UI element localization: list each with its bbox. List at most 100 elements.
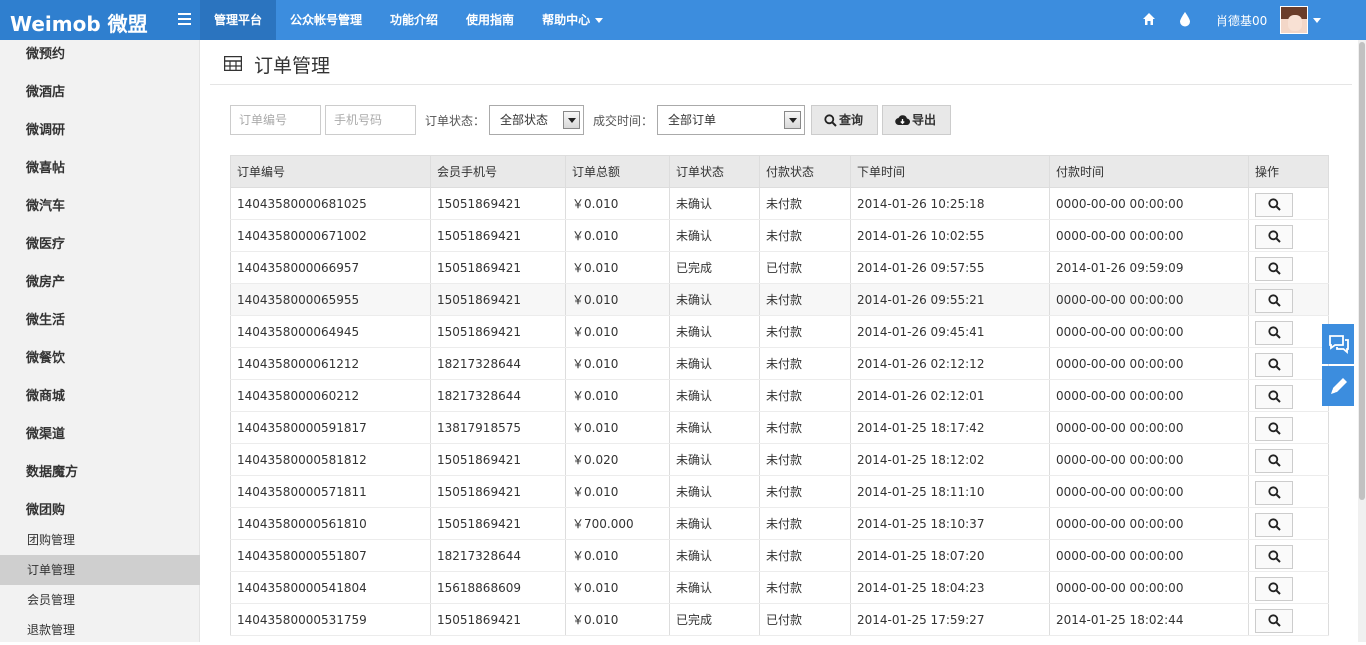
cell-actions — [1248, 443, 1329, 476]
cell-pay-time: 0000-00-00 00:00:00 — [1049, 379, 1249, 412]
scrollbar-thumb[interactable] — [1359, 42, 1365, 500]
main-nav: 管理平台 公众帐号管理 功能介绍 使用指南 帮助中心 — [200, 0, 617, 40]
sidebar-item-car[interactable]: 微汽车 — [0, 192, 200, 230]
cell-total: ￥700.000 — [565, 507, 670, 540]
home-icon[interactable] — [1142, 12, 1156, 26]
view-order-button[interactable] — [1255, 320, 1293, 345]
cell-total: ￥0.010 — [565, 251, 670, 284]
table-row: 14043580000591817 13817918575 ￥0.010 未确认 未付款… — [230, 411, 1329, 444]
cell-phone: 18217328644 — [430, 347, 566, 380]
sidebar-item-medical[interactable]: 微医疗 — [0, 230, 200, 268]
chevron-down-icon[interactable] — [563, 111, 580, 129]
search-icon — [1267, 581, 1281, 595]
view-order-button[interactable] — [1255, 352, 1293, 377]
cell-pay-status: 未付款 — [759, 379, 851, 412]
view-order-button[interactable] — [1255, 384, 1293, 409]
col-header-phone[interactable]: 会员手机号 — [430, 155, 566, 188]
table-row: 14043580000671002 15051869421 ￥0.010 未确认 未付款… — [230, 219, 1329, 252]
cell-order-time: 2014-01-26 02:12:01 — [850, 379, 1050, 412]
cell-order-status: 未确认 — [669, 219, 760, 252]
order-status-select[interactable]: 全部状态 — [489, 105, 584, 135]
view-order-button[interactable] — [1255, 480, 1293, 505]
nav-item-guide[interactable]: 使用指南 — [452, 0, 528, 40]
water-drop-icon[interactable] — [1179, 11, 1191, 27]
order-number-input[interactable]: 订单编号 — [230, 105, 321, 135]
username[interactable]: 肖德基00 — [1216, 12, 1267, 29]
avatar[interactable] — [1280, 6, 1308, 34]
page-scrollbar[interactable] — [1358, 40, 1366, 642]
cell-phone: 15051869421 — [430, 219, 566, 252]
view-order-button[interactable] — [1255, 608, 1293, 633]
view-order-button[interactable] — [1255, 288, 1293, 313]
deal-time-select[interactable]: 全部订单 — [657, 105, 805, 135]
sidebar-item-hotel[interactable]: 微酒店 — [0, 78, 200, 116]
sidebar-subitem-orders[interactable]: 订单管理 — [0, 555, 200, 585]
brand-logo[interactable]: Weimob 微盟 — [10, 8, 148, 37]
cell-order-time: 2014-01-25 18:10:37 — [850, 507, 1050, 540]
feedback-button[interactable] — [1322, 366, 1354, 406]
view-order-button[interactable] — [1255, 544, 1293, 569]
view-order-button[interactable] — [1255, 256, 1293, 281]
cell-phone: 18217328644 — [430, 379, 566, 412]
sidebar-item-channel[interactable]: 微渠道 — [0, 420, 200, 458]
search-button[interactable]: 查询 — [811, 105, 878, 135]
cell-phone: 15051869421 — [430, 507, 566, 540]
hamburger-icon[interactable] — [178, 13, 191, 25]
cell-order-status: 未确认 — [669, 347, 760, 380]
table-icon — [224, 56, 242, 71]
view-order-button[interactable] — [1255, 416, 1293, 441]
col-header-total[interactable]: 订单总额 — [565, 155, 670, 188]
view-order-button[interactable] — [1255, 512, 1293, 537]
search-icon — [1267, 325, 1281, 339]
cell-pay-status: 已付款 — [759, 251, 851, 284]
sidebar-item-survey[interactable]: 微调研 — [0, 116, 200, 154]
view-order-button[interactable] — [1255, 192, 1293, 217]
deal-time-label: 成交时间： — [593, 114, 654, 128]
cell-phone: 15051869421 — [430, 443, 566, 476]
cell-total: ￥0.010 — [565, 379, 670, 412]
view-order-button[interactable] — [1255, 448, 1293, 473]
nav-item-account[interactable]: 公众帐号管理 — [276, 0, 376, 40]
sidebar-item-mall[interactable]: 微商城 — [0, 382, 200, 420]
cell-pay-time: 0000-00-00 00:00:00 — [1049, 187, 1249, 220]
view-order-button[interactable] — [1255, 224, 1293, 249]
sidebar-item-data-cube[interactable]: 数据魔方 — [0, 458, 200, 496]
cell-actions — [1248, 187, 1329, 220]
online-chat-button[interactable] — [1322, 324, 1354, 364]
col-header-order-time[interactable]: 下单时间 — [850, 155, 1050, 188]
cell-order-status: 未确认 — [669, 315, 760, 348]
sidebar-item-dining[interactable]: 微餐饮 — [0, 344, 200, 382]
cell-pay-time: 0000-00-00 00:00:00 — [1049, 219, 1249, 252]
col-header-pay-status[interactable]: 付款状态 — [759, 155, 851, 188]
cell-order-no: 1404358000060212 — [230, 379, 431, 412]
chevron-down-icon[interactable] — [1313, 18, 1321, 23]
col-header-order-no[interactable]: 订单编号 — [230, 155, 431, 188]
export-button[interactable]: 导出 — [882, 105, 951, 135]
view-order-button[interactable] — [1255, 576, 1293, 601]
sidebar-item-life[interactable]: 微生活 — [0, 306, 200, 344]
sidebar-subitem-refunds[interactable]: 退款管理 — [0, 615, 200, 645]
search-icon — [1267, 389, 1281, 403]
cell-actions — [1248, 571, 1329, 604]
cloud-download-icon — [895, 115, 911, 126]
nav-item-management[interactable]: 管理平台 — [200, 0, 277, 40]
cell-order-time: 2014-01-25 18:17:42 — [850, 411, 1050, 444]
col-header-pay-time[interactable]: 付款时间 — [1049, 155, 1249, 188]
sidebar-item-invitation[interactable]: 微喜帖 — [0, 154, 200, 192]
brand-area: Weimob 微盟 — [0, 0, 200, 40]
nav-item-help[interactable]: 帮助中心 — [528, 0, 617, 40]
nav-item-features[interactable]: 功能介绍 — [376, 0, 452, 40]
cell-order-time: 2014-01-25 18:12:02 — [850, 443, 1050, 476]
sidebar-subitem-members[interactable]: 会员管理 — [0, 585, 200, 615]
cell-order-status: 未确认 — [669, 475, 760, 508]
col-header-order-status[interactable]: 订单状态 — [669, 155, 760, 188]
sidebar-subitem-group-manage[interactable]: 团购管理 — [0, 525, 200, 555]
cell-order-no: 1404358000064945 — [230, 315, 431, 348]
sidebar-item-reservation[interactable]: 微预约 — [0, 40, 200, 78]
cell-total: ￥0.010 — [565, 315, 670, 348]
deal-time-value: 全部订单 — [668, 113, 717, 127]
phone-input[interactable]: 手机号码 — [325, 105, 416, 135]
chevron-down-icon[interactable] — [784, 111, 801, 129]
sidebar-item-realestate[interactable]: 微房产 — [0, 268, 200, 306]
search-icon — [1267, 261, 1281, 275]
